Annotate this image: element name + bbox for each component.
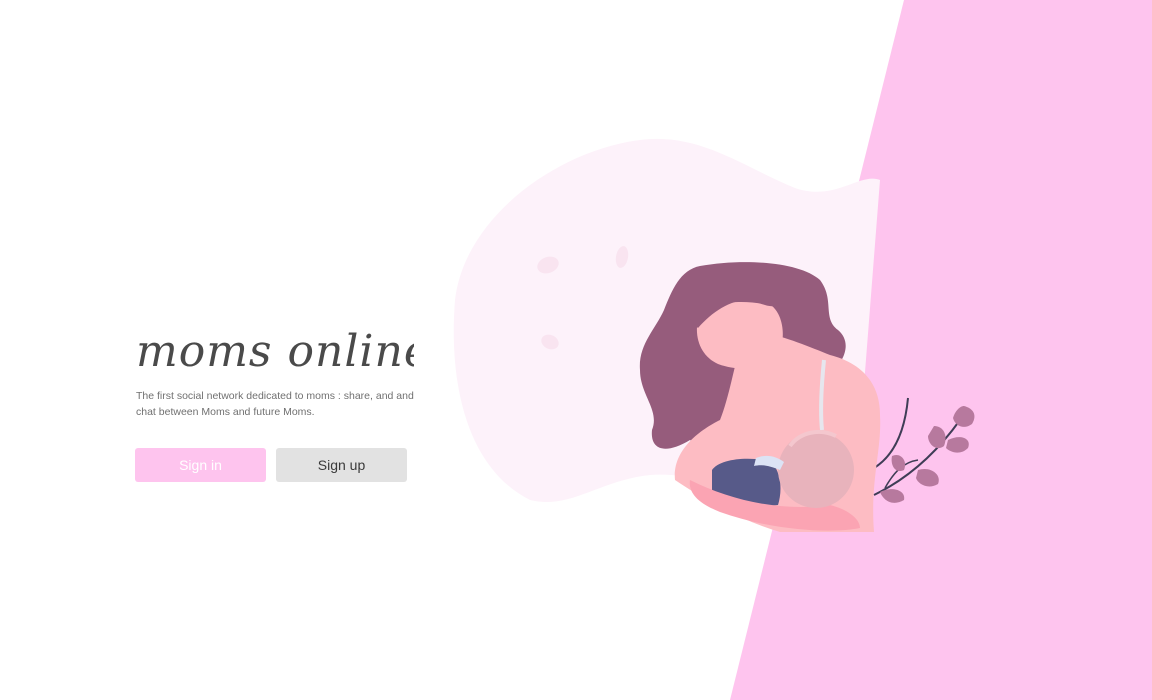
- tagline: The first social network dedicated to mo…: [136, 390, 414, 418]
- baby-head: [778, 432, 854, 508]
- auth-actions: Sign in Sign up: [135, 448, 436, 482]
- landing-page: moms online The first social network ded…: [0, 0, 1152, 700]
- hero-section: moms online The first social network ded…: [135, 318, 436, 482]
- sign-up-button[interactable]: Sign up: [276, 448, 407, 482]
- logo-text: moms online: [136, 326, 414, 377]
- sign-in-button[interactable]: Sign in: [135, 448, 266, 482]
- logo: moms online: [136, 326, 414, 377]
